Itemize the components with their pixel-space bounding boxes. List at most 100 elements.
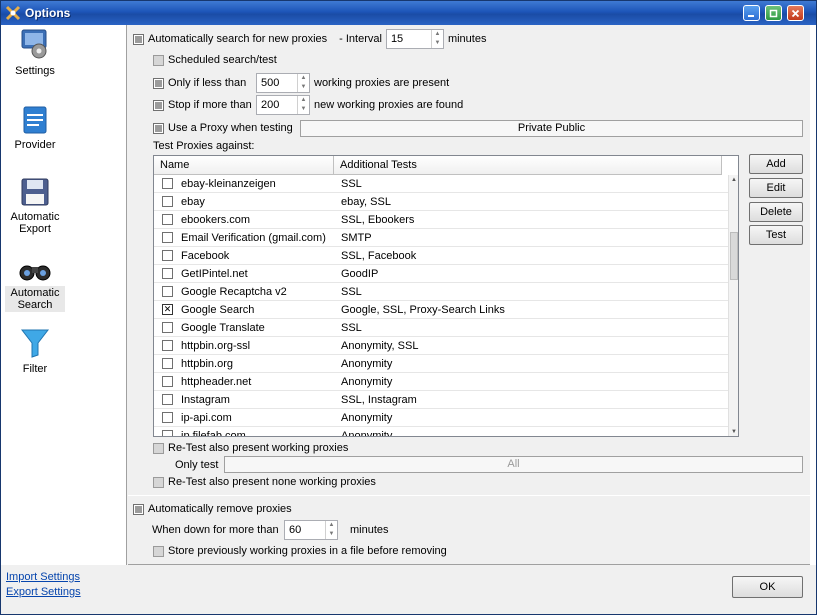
table-row[interactable]: Instagram SSL, Instagram	[154, 391, 728, 409]
row-checkbox[interactable]	[162, 286, 173, 297]
column-header-additional-tests[interactable]: Additional Tests	[334, 156, 722, 175]
stop-if-more-stepper[interactable]: ▲▼	[256, 95, 310, 115]
grid-body: ebay-kleinanzeigen SSL ebay ebay, SSL ebooke…	[154, 175, 728, 437]
table-row[interactable]: Facebook SSL, Facebook	[154, 247, 728, 265]
retest-present-checkbox[interactable]	[153, 442, 164, 454]
edit-button[interactable]: Edit	[749, 178, 803, 198]
ok-button[interactable]: OK	[732, 576, 803, 598]
auto-remove-label: Automatically remove proxies	[148, 503, 292, 515]
table-row[interactable]: Google Search Google, SSL, Proxy-Search L…	[154, 301, 728, 319]
stop-if-more-input[interactable]	[257, 96, 297, 114]
table-row[interactable]: Email Verification (gmail.com) SMTP	[154, 229, 728, 247]
interval-stepper[interactable]: ▲▼	[385, 29, 444, 49]
auto-remove-checkbox[interactable]	[133, 503, 144, 515]
down-for-stepper[interactable]: ▲▼	[284, 520, 338, 540]
row-checkbox[interactable]	[162, 196, 173, 207]
grid-scrollbar[interactable]: ▲ ▼	[728, 175, 738, 436]
row-checkbox[interactable]	[162, 412, 173, 423]
stop-if-more-label: Stop if more than	[168, 99, 252, 111]
scroll-down-icon[interactable]: ▼	[729, 429, 738, 435]
spin-down-icon[interactable]: ▼	[298, 105, 309, 114]
row-checkbox[interactable]	[162, 376, 173, 387]
row-checkbox[interactable]	[162, 430, 173, 436]
row-checkbox[interactable]	[162, 394, 173, 405]
spin-up-icon[interactable]: ▲	[298, 74, 309, 83]
only-if-less-stepper[interactable]: ▲▼	[256, 73, 310, 93]
spin-down-icon[interactable]: ▼	[298, 83, 309, 92]
retest-present-row: Re-Test also present working proxies	[153, 440, 348, 456]
column-header-name[interactable]: Name	[154, 156, 334, 175]
sidebar-item-settings[interactable]: Settings	[5, 27, 65, 78]
delete-button[interactable]: Delete	[749, 202, 803, 222]
row-checkbox[interactable]	[162, 268, 173, 279]
row-tests: SMTP	[341, 231, 372, 244]
retest-present-label: Re-Test also present working proxies	[168, 442, 349, 454]
stop-if-more-arrows[interactable]: ▲ ▼	[297, 96, 309, 114]
table-row[interactable]: ebay ebay, SSL	[154, 193, 728, 211]
row-tests: SSL	[341, 321, 362, 334]
table-row[interactable]: ip.filefab.com Anonymity	[154, 427, 728, 437]
row-checkbox[interactable]	[162, 250, 173, 261]
table-row[interactable]: Google Translate SSL	[154, 319, 728, 337]
maximize-button[interactable]	[765, 5, 782, 21]
table-row[interactable]: ebay-kleinanzeigen SSL	[154, 175, 728, 193]
table-row[interactable]: GetIPintel.net GoodIP	[154, 265, 728, 283]
table-row[interactable]: httpheader.net Anonymity	[154, 373, 728, 391]
scroll-up-icon[interactable]: ▲	[729, 177, 738, 183]
row-name: ip.filefab.com	[181, 429, 246, 437]
down-for-input[interactable]	[285, 521, 325, 539]
auto-search-checkbox[interactable]	[133, 33, 144, 45]
sidebar-item-automatic-export[interactable]: Automatic Export	[5, 177, 65, 236]
title-bar[interactable]: Options	[1, 1, 816, 25]
row-name: Google Recaptcha v2	[181, 285, 287, 298]
table-row[interactable]: ip-api.com Anonymity	[154, 409, 728, 427]
use-proxy-checkbox[interactable]	[153, 122, 164, 134]
minimize-button[interactable]	[743, 5, 760, 21]
sidebar-item-automatic-search[interactable]: Automatic Search	[5, 259, 65, 312]
retest-none-row: Re-Test also present none working proxie…	[153, 474, 376, 490]
row-checkbox[interactable]	[162, 340, 173, 351]
table-row[interactable]: httpbin.org-ssl Anonymity, SSL	[154, 337, 728, 355]
table-row[interactable]: Google Recaptcha v2 SSL	[154, 283, 728, 301]
test-button[interactable]: Test	[749, 225, 803, 245]
only-if-less-arrows[interactable]: ▲ ▼	[297, 74, 309, 92]
only-if-less-input[interactable]	[257, 74, 297, 92]
scroll-thumb[interactable]	[730, 232, 738, 280]
store-checkbox[interactable]	[153, 545, 164, 557]
only-if-less-label: Only if less than	[168, 77, 247, 89]
spin-down-icon[interactable]: ▼	[326, 530, 337, 539]
row-checkbox[interactable]	[162, 304, 173, 315]
retest-none-checkbox[interactable]	[153, 476, 164, 488]
spin-up-icon[interactable]: ▲	[432, 30, 443, 39]
sidebar-item-filter[interactable]: Filter	[5, 327, 65, 376]
retest-none-label: Re-Test also present none working proxie…	[168, 476, 376, 488]
stop-if-more-checkbox[interactable]	[153, 99, 164, 111]
close-button[interactable]	[787, 5, 804, 21]
interval-arrows[interactable]: ▲ ▼	[430, 30, 443, 48]
row-checkbox[interactable]	[162, 232, 173, 243]
spin-down-icon[interactable]: ▼	[432, 39, 443, 48]
proxy-type-field[interactable]: Private Public	[300, 120, 803, 137]
row-checkbox[interactable]	[162, 178, 173, 189]
test-sites-grid: Name Additional Tests ebay-kleinanzeigen…	[153, 155, 739, 437]
store-label: Store previously working proxies in a fi…	[168, 545, 447, 557]
row-checkbox[interactable]	[162, 358, 173, 369]
only-test-field[interactable]: All	[224, 456, 803, 473]
table-row[interactable]: httpbin.org Anonymity	[154, 355, 728, 373]
spin-up-icon[interactable]: ▲	[298, 96, 309, 105]
spin-up-icon[interactable]: ▲	[326, 521, 337, 530]
interval-input[interactable]	[386, 30, 431, 48]
row-checkbox[interactable]	[162, 214, 173, 225]
import-settings-link[interactable]: Import Settings	[6, 571, 81, 583]
sidebar-item-provider[interactable]: Provider	[5, 105, 65, 152]
row-name: ebay	[181, 195, 205, 208]
add-button[interactable]: Add	[749, 154, 803, 174]
down-for-label: When down for more than	[152, 524, 279, 536]
down-for-arrows[interactable]: ▲ ▼	[325, 521, 337, 539]
scheduled-checkbox[interactable]	[153, 54, 164, 66]
export-settings-link[interactable]: Export Settings	[6, 586, 81, 598]
only-if-less-checkbox[interactable]	[153, 77, 164, 89]
stop-if-more-suffix: new working proxies are found	[314, 99, 464, 111]
row-checkbox[interactable]	[162, 322, 173, 333]
table-row[interactable]: ebookers.com SSL, Ebookers	[154, 211, 728, 229]
